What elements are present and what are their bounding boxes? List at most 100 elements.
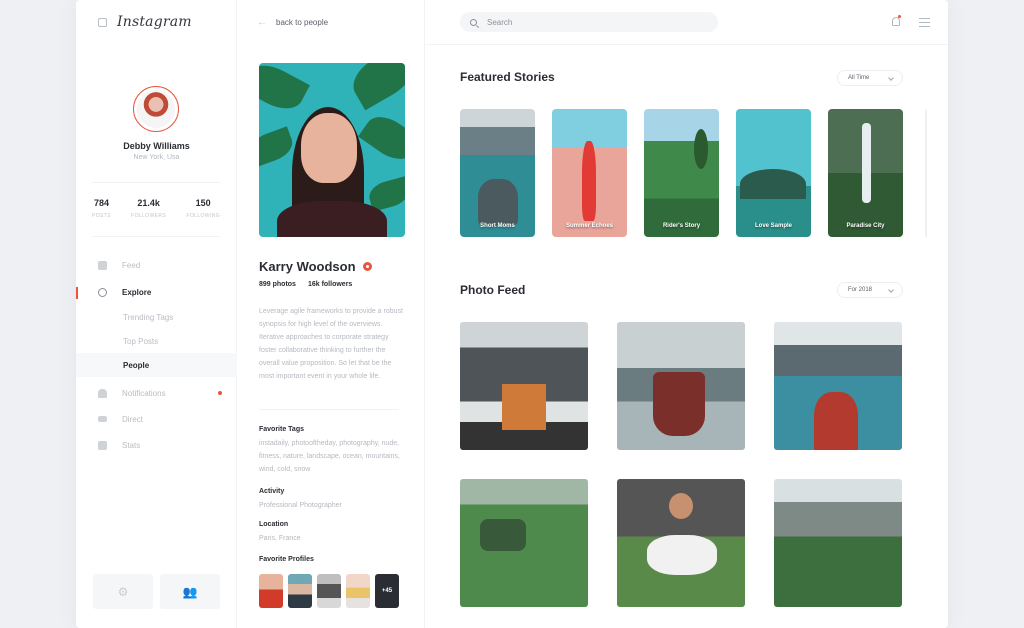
favorite-profile-thumb[interactable] (317, 574, 341, 608)
user-location: New York, Usa (133, 154, 180, 161)
photo-subject (480, 519, 526, 551)
stat-label: FOLLOWERS (131, 213, 167, 219)
menu-icon[interactable] (919, 18, 930, 29)
search-input[interactable]: Search (460, 12, 718, 32)
user-avatar[interactable] (133, 86, 179, 132)
verified-icon (362, 262, 372, 271)
sidebar-item-stats[interactable]: Stats (76, 432, 237, 458)
featured-stories-title: Featured Stories (460, 70, 555, 84)
feed-photo[interactable] (617, 479, 745, 607)
favorite-profiles: +45 (259, 574, 399, 608)
feed-filter-dropdown[interactable]: For 2018 (837, 282, 903, 298)
profile-panel: ← back to people Karry Woodson 899 photo… (237, 0, 425, 628)
profile-photo[interactable] (259, 63, 405, 237)
sidebar-item-label: Stats (122, 440, 141, 450)
story-subject (478, 179, 518, 225)
divider (92, 236, 220, 237)
sidebar-subitem-people[interactable]: People (76, 353, 237, 377)
story-subject (694, 129, 708, 169)
sidebar-item-label: Explore (122, 287, 152, 297)
settings-button[interactable]: ⚙ (93, 574, 153, 609)
sidebar-item-label: Feed (122, 260, 141, 270)
profile-name-text: Karry Woodson (259, 259, 356, 274)
stat-following[interactable]: 150 FOLLOWING (186, 198, 220, 219)
story-label: Rider's Story (662, 223, 701, 229)
activity-value: Professional Photographer (259, 502, 342, 509)
story-subject (740, 169, 806, 199)
stories-scrollbar[interactable] (925, 109, 927, 237)
story-subject (582, 141, 596, 221)
profile-bio: Leverage agile frameworks to provide a r… (259, 308, 403, 380)
story-label: Summer Echoes (565, 223, 614, 229)
favorite-tags-heading: Favorite Tags (259, 426, 304, 433)
photo-subject (814, 392, 858, 450)
photo-subject (502, 384, 546, 430)
sidebar: Instagram Debby Williams New York, Usa 7… (76, 0, 237, 628)
notifications-icon[interactable] (892, 17, 900, 26)
photo-subject (647, 535, 717, 575)
followers-count[interactable]: 16k followers (308, 281, 352, 288)
back-link[interactable]: ← back to people (257, 17, 328, 28)
story-card[interactable]: Summer Echoes (552, 109, 627, 237)
feed-photo[interactable] (774, 322, 902, 450)
stat-value: 21.4k (137, 198, 160, 208)
sidebar-item-explore[interactable]: Explore (76, 279, 237, 305)
feed-photo[interactable] (460, 479, 588, 607)
sidebar-subitem-trending-tags[interactable]: Trending Tags (76, 305, 237, 329)
people-button[interactable]: 👥 (160, 574, 220, 609)
sidebar-nav: Feed Explore Trending Tags Top Posts Peo… (76, 252, 237, 458)
story-subject (862, 123, 871, 203)
user-stats: 784 POSTS 21.4k FOLLOWERS 150 FOLLOWING (92, 198, 220, 219)
home-icon (98, 260, 107, 270)
sidebar-item-notifications[interactable]: Notifications (76, 380, 237, 406)
app-window: Instagram Debby Williams New York, Usa 7… (76, 0, 948, 628)
favorite-profile-thumb[interactable] (288, 574, 312, 608)
story-card[interactable]: Paradise City (828, 109, 903, 237)
story-card[interactable]: Short Moms (460, 109, 535, 237)
profile-name: Karry Woodson (259, 259, 372, 274)
stat-posts[interactable]: 784 POSTS (92, 198, 111, 219)
stat-label: POSTS (92, 213, 111, 219)
stat-value: 784 (93, 198, 109, 208)
leaf-shape (345, 63, 405, 111)
search-placeholder: Search (487, 17, 513, 27)
favorite-profile-thumb[interactable] (346, 574, 370, 608)
location-value: Paris, France (259, 535, 301, 542)
favorite-tags: instadaily, photooftheday, photography, … (259, 440, 400, 473)
story-label: Love Sample (754, 223, 792, 229)
sidebar-item-label: Notifications (122, 388, 166, 398)
sidebar-subitem-top-posts[interactable]: Top Posts (76, 329, 237, 353)
feed-photo[interactable] (774, 479, 902, 607)
stories-filter-dropdown[interactable]: All Time (837, 70, 903, 86)
story-label: Paradise City (846, 223, 885, 229)
notification-dot (218, 391, 222, 395)
sidebar-item-feed[interactable]: Feed (76, 252, 237, 278)
sidebar-item-direct[interactable]: Direct (76, 406, 237, 432)
feed-photo[interactable] (617, 322, 745, 450)
photos-count[interactable]: 899 photos (259, 281, 296, 288)
location-heading: Location (259, 521, 289, 528)
brand[interactable]: Instagram (98, 14, 192, 30)
notification-badge (898, 15, 901, 18)
leaf-shape (259, 126, 297, 168)
back-label: back to people (276, 18, 329, 27)
story-card[interactable]: Rider's Story (644, 109, 719, 237)
favorite-profiles-heading: Favorite Profiles (259, 556, 314, 563)
filter-icon (98, 416, 107, 422)
bell-icon (98, 388, 107, 398)
app-logo-icon (98, 17, 107, 27)
more-profiles-button[interactable]: +45 (375, 574, 399, 608)
avatar-image (137, 90, 175, 128)
story-card[interactable]: Love Sample (736, 109, 811, 237)
search-icon (98, 287, 107, 297)
divider (259, 409, 399, 410)
favorite-profile-thumb[interactable] (259, 574, 283, 608)
main-content: Search Featured Stories All Time Short M… (425, 0, 948, 628)
user-name: Debby Williams (123, 141, 190, 151)
sidebar-item-label: Direct (122, 414, 143, 424)
activity-heading: Activity (259, 488, 285, 495)
stat-followers[interactable]: 21.4k FOLLOWERS (131, 198, 166, 219)
feed-photo[interactable] (460, 322, 588, 450)
arrow-left-icon: ← (257, 17, 267, 28)
story-label: Short Moms (480, 223, 515, 229)
